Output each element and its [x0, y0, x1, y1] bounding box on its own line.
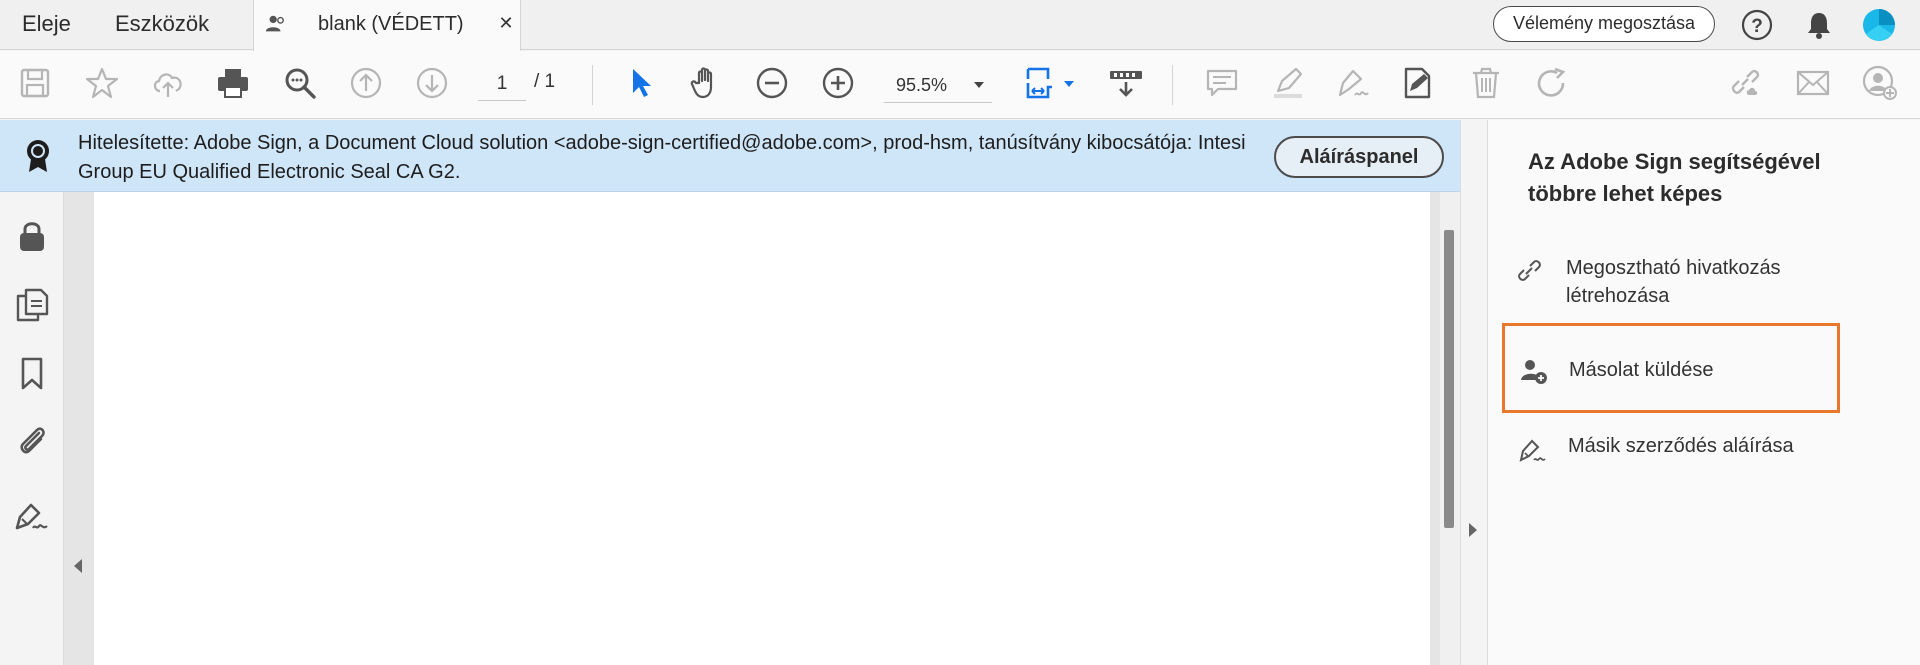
- toolbar-divider: [592, 65, 593, 105]
- zoom-out-icon[interactable]: [754, 65, 790, 101]
- link-icon: [1518, 260, 1541, 281]
- certification-banner: Hitelesítette: Adobe Sign, a Document Cl…: [0, 120, 1460, 192]
- close-icon[interactable]: ✕: [496, 13, 516, 33]
- pdf-page[interactable]: [94, 192, 1430, 665]
- feedback-button[interactable]: Vélemény megosztása: [1493, 6, 1715, 42]
- zoom-dropdown[interactable]: 95.5%: [884, 67, 992, 103]
- sign-icon[interactable]: [1335, 65, 1371, 101]
- signature-panel-button[interactable]: Aláíráspanel: [1274, 136, 1444, 178]
- add-user-icon: [1521, 360, 1547, 384]
- signature-icon[interactable]: [14, 497, 50, 533]
- toolbar-divider: [1172, 65, 1173, 105]
- hand-tool-icon[interactable]: [688, 65, 724, 101]
- comment-icon[interactable]: [1204, 65, 1240, 101]
- page-fit-icon[interactable]: [1024, 65, 1060, 101]
- pages-icon[interactable]: [14, 287, 50, 323]
- page-number-input[interactable]: [478, 67, 526, 101]
- add-user-icon[interactable]: [1862, 65, 1898, 101]
- lock-icon[interactable]: [14, 218, 50, 254]
- bookmark-icon[interactable]: [14, 355, 50, 391]
- send-copy-item[interactable]: Másolat küldése: [1502, 323, 1840, 413]
- create-link-item[interactable]: Megosztható hivatkozás létrehozása: [1502, 254, 1838, 314]
- tab-home[interactable]: Eleje: [22, 0, 71, 50]
- rotate-icon[interactable]: [1533, 65, 1569, 101]
- sign-pen-icon: [1519, 439, 1546, 462]
- send-copy-label: Másolat küldése: [1569, 359, 1714, 381]
- save-icon[interactable]: [17, 65, 53, 101]
- create-link-label: Megosztható hivatkozás létrehozása: [1566, 257, 1781, 307]
- attachment-icon[interactable]: [14, 423, 50, 459]
- certificate-seal-icon: [27, 140, 49, 172]
- highlight-icon[interactable]: [1270, 65, 1306, 101]
- left-navigation-pane: [0, 192, 64, 665]
- document-tab-title: blank (VÉDETT): [318, 13, 464, 35]
- collapse-right-pane-icon[interactable]: [1469, 523, 1477, 537]
- panel-title: Az Adobe Sign segítségével többre lehet …: [1528, 149, 1821, 206]
- page-down-icon[interactable]: [414, 65, 450, 101]
- tab-bar: Eleje Eszközök blank (VÉDETT) ✕ Vélemény…: [0, 0, 1920, 51]
- zoom-in-icon[interactable]: [820, 65, 856, 101]
- zoom-value: 95.5%: [896, 75, 948, 95]
- page-total: / 1: [534, 71, 556, 92]
- fill-sign-icon[interactable]: [1400, 65, 1436, 101]
- scroll-mode-icon[interactable]: [1108, 65, 1144, 101]
- star-icon[interactable]: [84, 65, 120, 101]
- help-icon[interactable]: ?: [1740, 8, 1774, 42]
- shared-user-icon: [265, 15, 284, 32]
- page-up-icon[interactable]: [348, 65, 384, 101]
- document-viewport[interactable]: [64, 192, 1460, 665]
- delete-icon[interactable]: [1468, 65, 1504, 101]
- select-tool-icon[interactable]: [623, 65, 659, 101]
- chevron-down-icon: [974, 82, 984, 88]
- right-pane-divider: [1460, 120, 1488, 665]
- tab-tools[interactable]: Eszközök: [115, 0, 209, 50]
- share-link-icon[interactable]: [1727, 65, 1763, 101]
- cloud-upload-icon[interactable]: [150, 65, 186, 101]
- certification-text: Hitelesítette: Adobe Sign, a Document Cl…: [78, 132, 1246, 183]
- acrobat-window: Eleje Eszközök blank (VÉDETT) ✕ Vélemény…: [0, 0, 1920, 665]
- svg-text:?: ?: [1751, 16, 1763, 37]
- bell-icon[interactable]: [1802, 8, 1836, 42]
- main-toolbar: / 1 95.5%: [0, 51, 1920, 119]
- vertical-scrollbar[interactable]: [1440, 192, 1460, 665]
- email-icon[interactable]: [1795, 65, 1831, 101]
- page-fit-chevron-icon[interactable]: [1064, 81, 1074, 87]
- tab-document[interactable]: blank (VÉDETT) ✕: [253, 0, 521, 51]
- collapse-left-pane-icon[interactable]: [74, 559, 82, 573]
- find-icon[interactable]: [282, 65, 318, 101]
- sign-another-label: Másik szerződés aláírása: [1568, 435, 1794, 457]
- sign-another-item[interactable]: Másik szerződés aláírása: [1502, 432, 1838, 472]
- scrollbar-thumb[interactable]: [1444, 230, 1454, 528]
- right-panel: Az Adobe Sign segítségével többre lehet …: [1488, 120, 1920, 665]
- avatar[interactable]: [1862, 8, 1896, 42]
- print-icon[interactable]: [215, 65, 251, 101]
